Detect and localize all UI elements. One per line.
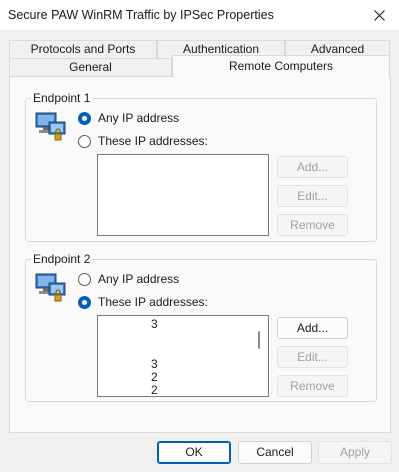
close-button[interactable] [359, 0, 399, 30]
endpoint1-add-button[interactable]: Add... [277, 156, 348, 178]
endpoint1-ip-list[interactable] [97, 154, 269, 236]
endpoint2-any-ip-radio[interactable] [78, 273, 91, 286]
endpoint2-ip-list[interactable]: 3 3 2 2 [97, 315, 269, 397]
endpoint1-these-ip-label[interactable]: These IP addresses: [98, 134, 208, 148]
endpoint1-these-ip-radio[interactable] [78, 135, 91, 148]
tab-panel: Endpoint 1 Any IP address These IP addre… [9, 76, 391, 433]
list-item[interactable]: 2 [151, 371, 158, 383]
endpoint1-label: Endpoint 1 [31, 91, 93, 105]
tab-advanced-label: Advanced [310, 42, 365, 56]
endpoint2-edit-button[interactable]: Edit... [277, 346, 348, 368]
scrollbar-thumb[interactable] [258, 331, 260, 349]
endpoint1-remove-button[interactable]: Remove [277, 214, 348, 236]
endpoint2-these-ip-label[interactable]: These IP addresses: [98, 295, 208, 309]
list-item[interactable]: 2 [151, 384, 158, 396]
endpoint2-any-ip-label[interactable]: Any IP address [98, 272, 179, 286]
endpoint1-any-ip-label[interactable]: Any IP address [98, 111, 179, 125]
tab-authentication-label: Authentication [182, 42, 260, 56]
tab-protocols-and-ports-label: Protocols and Ports [30, 42, 136, 56]
title-bar: Secure PAW WinRM Traffic by IPSec Proper… [0, 0, 399, 30]
network-computers-icon [35, 112, 66, 141]
close-icon [373, 9, 385, 21]
apply-button[interactable]: Apply [318, 441, 392, 464]
endpoint2-remove-button[interactable]: Remove [277, 375, 348, 397]
endpoint1-any-ip-radio[interactable] [78, 112, 91, 125]
endpoint2-add-button[interactable]: Add... [277, 317, 348, 339]
list-item[interactable]: 3 [151, 318, 158, 330]
window-title: Secure PAW WinRM Traffic by IPSec Proper… [8, 8, 274, 22]
redacted-region [98, 316, 150, 396]
endpoint1-edit-button[interactable]: Edit... [277, 185, 348, 207]
list-item[interactable]: 3 [151, 358, 158, 370]
endpoint2-these-ip-radio[interactable] [78, 296, 91, 309]
ok-button[interactable]: OK [157, 441, 231, 464]
tab-protocols-and-ports[interactable]: Protocols and Ports [9, 40, 157, 59]
endpoint2-label: Endpoint 2 [31, 252, 93, 266]
tab-remote-computers[interactable]: Remote Computers [172, 55, 390, 78]
tab-general[interactable]: General [9, 58, 172, 77]
cancel-button[interactable]: Cancel [238, 441, 312, 464]
tab-general-label: General [69, 60, 112, 74]
tab-remote-computers-label: Remote Computers [228, 59, 334, 73]
network-computers-icon [35, 273, 66, 302]
